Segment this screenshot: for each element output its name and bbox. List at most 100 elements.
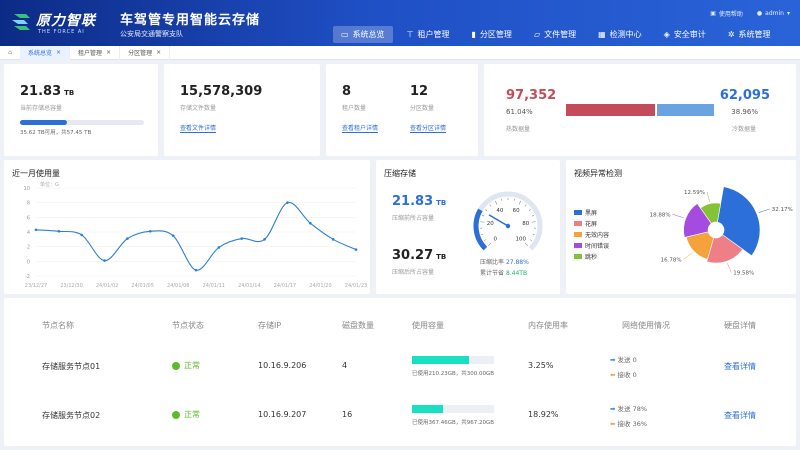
nav-system[interactable]: ✲ 系统管理 [720,26,779,43]
video-legend: 黑屏 花屏 无效内容 时间错误 跳秒 [574,208,609,263]
col-mem: 内存使用率 [528,321,568,330]
x-tick-label: 24/01/23 [345,283,367,289]
x-tick-label: 24/01/11 [203,283,225,289]
rose-label-leader [683,252,693,260]
usage-series-line [35,201,357,271]
help-link[interactable]: ▣ 使用帮助 [710,9,743,18]
nav-detect[interactable]: ▦ 检测中心 [590,26,650,43]
status-dot-icon [172,361,180,370]
detect-icon: ▦ [598,30,606,39]
tab-tenants[interactable]: 租户管理 × [70,45,121,60]
net-recv: ⬅ 接收 0 [610,371,637,379]
x-tick-label: 24/01/14 [238,283,260,289]
gauge-tick [532,233,535,235]
status-badge: 正常 [172,360,200,371]
brand-name: 原力智联 [36,13,96,29]
tab-partitions[interactable]: 分区管理 × [120,45,171,60]
y-tick-label: 2 [27,245,30,251]
tenants-label: 租户数量 [342,105,367,112]
tab-overview[interactable]: 系统总览 × [20,45,71,60]
node-disks: 4 [342,361,348,370]
col-ip: 存储IP [258,321,282,330]
compress-gauge: 0 20 40 60 80 100 [473,191,543,251]
tenant-partition-card: 8 租户数量 查看租户详情 12 分区数量 查看分区详情 [326,64,478,156]
usage-data-point [194,268,198,272]
node-disks: 16 [342,410,353,419]
details-link[interactable]: 查看详情 [724,361,756,372]
capacity-label: 当前存储总容量 [20,105,63,112]
x-tick-label: 24/01/20 [309,283,331,289]
close-icon[interactable]: × [56,49,61,56]
mem-usage: 3.25% [528,361,554,370]
app-subtitle: 公安局交通警察支队 [120,30,183,38]
gauge-tick [481,233,484,235]
gauge-tick [524,242,529,247]
node-ip: 10.16.9.207 [258,410,307,419]
col-net: 网络使用情况 [622,321,670,330]
help-icon: ▣ [710,10,716,17]
close-icon[interactable]: × [106,49,111,56]
capacity-note: 35.62 TB可用，共57.45 TB [20,130,92,136]
rose-slice-label: 19.58% [733,271,754,277]
chevron-down-icon: ▾ [786,10,790,17]
usage-data-point [148,229,152,233]
nav-audit[interactable]: ◈ 安全审计 [656,26,714,43]
usage-data-point [57,229,61,233]
user-menu[interactable]: ● admin ▾ [757,9,790,18]
rose-label-leader [672,214,684,219]
used-text: 已使用367.46GB，共967.20GB [412,420,495,426]
cold-pct: 38.96% [731,108,758,116]
legend-item: 时间错误 [574,241,609,250]
partition-details-link[interactable]: 查看分区详情 [410,123,447,133]
usage-line-chart: 单位：G -2 0 2 4 6 8 10 23/12/27 23/12/30 24/01/02 24/… [24,181,368,289]
main-nav: ▭ 系统总览 ⊤ 租户管理 ▮ 分区管理 ▱ 文件管理 ▦ 检测中心 ◈ 安全审计 ✲ 系统管… [333,26,779,44]
status-dot-icon [172,410,180,419]
video-card: 视频异常检测 黑屏 花屏 无效内容 时间错误 跳秒 32.17% 19.58% 16… [566,160,796,294]
tenant-details-link[interactable]: 查看租户详情 [342,123,379,133]
used-text: 已使用210.23GB，共300.00GB [412,371,495,377]
x-tick-label: 23/12/30 [60,283,82,289]
rose-slice-label: 16.78% [661,257,682,263]
details-link[interactable]: 查看详情 [724,410,756,421]
map-icon: ▱ [533,30,541,39]
nav-tenants[interactable]: ⊤ 租户管理 [399,26,458,43]
y-tick-label: 10 [24,186,30,192]
brand-logo: 原力智联 THE FORCE AI [10,8,108,38]
rose-label-leader [758,208,770,213]
rose-slice-label: 32.17% [772,207,793,213]
x-tick-label: 24/01/05 [131,283,153,289]
usage-data-point [240,237,244,240]
shield-icon: ◈ [663,30,670,39]
gauge-tick [487,242,492,247]
close-icon[interactable]: × [156,49,161,56]
gauge-tick [518,200,521,205]
y-unit-label: 单位：G [40,181,59,188]
arrow-left-icon: ⬅ [610,420,616,428]
col-status: 节点状态 [172,321,204,330]
gauge-tick [495,200,498,205]
partitions-value: 12 [410,84,429,99]
before-value: 21.83 [392,194,434,209]
gauge-tick [530,239,533,241]
file-details-link[interactable]: 查看文件详情 [180,123,217,133]
home-icon[interactable]: ⌂ [0,49,20,56]
gauge-tick [482,215,485,217]
legend-item: 黑屏 [574,208,609,217]
gauge-track [473,191,543,251]
gauge-hub [505,223,511,229]
x-tick-label: 24/01/02 [96,283,118,289]
gauge-tick-label: 0 [494,237,498,243]
cold-label: 冷数据量 [731,126,756,133]
nav-overview[interactable]: ▭ 系统总览 [333,26,393,43]
gauge-tick-label: 40 [496,208,503,214]
gauge-tick [528,209,531,211]
gauge-tick [531,221,536,223]
col-name: 节点名称 [42,321,74,330]
used-bar [412,356,494,364]
nav-partitions[interactable]: ▮ 分区管理 [464,26,520,43]
rose-slice-label: 18.88% [650,212,671,218]
gauge-tick [483,239,486,241]
nav-files[interactable]: ▱ 文件管理 [526,26,584,43]
usage-data-point [171,234,175,237]
usage-data-point [331,238,335,241]
